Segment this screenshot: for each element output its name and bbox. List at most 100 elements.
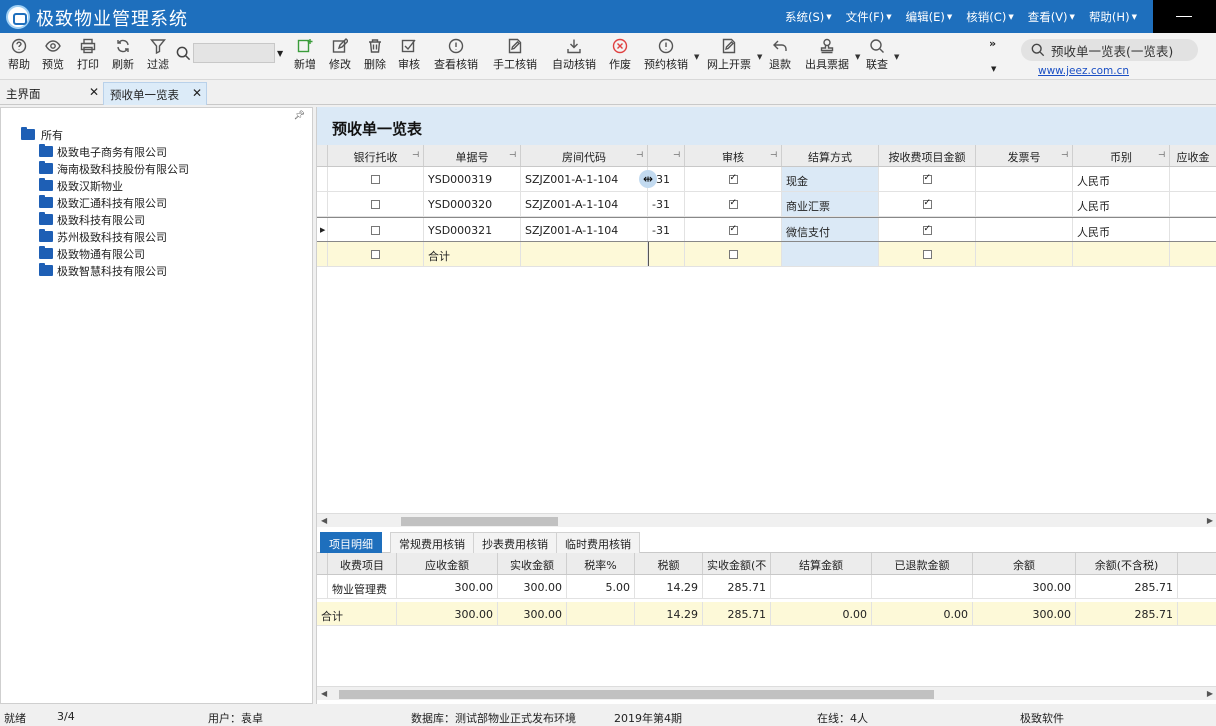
- by-item-cell[interactable]: [879, 242, 976, 266]
- row-selector[interactable]: ▶: [317, 218, 328, 241]
- audit-cell[interactable]: [685, 242, 782, 266]
- checkbox[interactable]: [371, 226, 380, 235]
- issue-receipt-dropdown-icon[interactable]: ▼: [855, 53, 860, 61]
- menu-help[interactable]: 帮助(H) ▼: [1082, 9, 1144, 25]
- menu-writeoff[interactable]: 核销(C) ▼: [959, 9, 1020, 25]
- by-item-cell[interactable]: [879, 167, 976, 191]
- view-writeoff-button[interactable]: 查看核销: [432, 38, 480, 74]
- scrollbar-thumb[interactable]: [339, 690, 934, 699]
- pin-icon[interactable]: ⊣: [673, 150, 680, 159]
- tree-node[interactable]: 极致电子商务有限公司: [21, 143, 189, 160]
- col-refunded[interactable]: 已退款金额: [872, 553, 973, 574]
- tree-node[interactable]: 苏州极致科技有限公司: [21, 228, 189, 245]
- pin-icon[interactable]: 📌︎: [294, 111, 305, 121]
- bank-collect-cell[interactable]: [328, 192, 424, 216]
- menu-view[interactable]: 查看(V) ▼: [1021, 9, 1082, 25]
- col-audit[interactable]: 审核 ⊣: [685, 145, 782, 166]
- scroll-right-icon[interactable]: ▶: [1207, 516, 1213, 525]
- scroll-left-icon[interactable]: ◀: [321, 689, 327, 698]
- pin-icon[interactable]: ⊣: [1061, 150, 1068, 159]
- bank-collect-cell[interactable]: [328, 218, 424, 241]
- delete-button[interactable]: 删除: [363, 38, 387, 74]
- new-button[interactable]: 新增: [292, 38, 318, 74]
- pin-icon[interactable]: ⊣: [509, 150, 516, 159]
- pin-icon[interactable]: ⊣: [412, 150, 419, 159]
- filter-button[interactable]: 过滤: [146, 38, 170, 74]
- help-button[interactable]: 帮助: [7, 38, 31, 74]
- col-room-code[interactable]: 房间代码 ⊣: [521, 145, 648, 166]
- checkbox[interactable]: [371, 175, 380, 184]
- close-icon[interactable]: ✕: [89, 85, 99, 99]
- reserve-writeoff-button[interactable]: 预约核销: [642, 38, 690, 74]
- website-link[interactable]: www.jeez.com.cn: [1038, 65, 1129, 77]
- checkbox-checked[interactable]: [922, 198, 932, 209]
- issue-receipt-button[interactable]: 出具票据: [803, 38, 851, 74]
- global-search-box[interactable]: 预收单一览表(一览表): [1021, 39, 1198, 61]
- col-bank-collect[interactable]: 银行托收 ⊣: [328, 145, 424, 166]
- preview-button[interactable]: 预览: [41, 38, 65, 74]
- tree-node[interactable]: 极致汇通科技有限公司: [21, 194, 189, 211]
- col-receivable[interactable]: 应收金额: [397, 553, 498, 574]
- col-balance-excl[interactable]: 余额(不含税): [1076, 553, 1178, 574]
- col-received[interactable]: 实收金额: [498, 553, 567, 574]
- checkbox-checked[interactable]: [922, 173, 932, 184]
- audit-cell[interactable]: [685, 167, 782, 191]
- detail-horizontal-scrollbar[interactable]: ◀ ▶: [317, 686, 1216, 700]
- checkbox[interactable]: [922, 250, 932, 259]
- checkbox-checked[interactable]: [728, 173, 738, 184]
- checkbox[interactable]: [371, 250, 380, 259]
- grid-horizontal-scrollbar[interactable]: ◀ ▶: [317, 513, 1216, 527]
- checkbox[interactable]: [371, 200, 380, 209]
- online-invoice-button[interactable]: 网上开票: [705, 38, 753, 74]
- tab-main[interactable]: 主界面 ✕: [0, 82, 103, 105]
- tab-prepay-list[interactable]: 预收单一览表 ✕: [103, 82, 207, 105]
- tree-node[interactable]: 极致汉斯物业: [21, 177, 189, 194]
- refund-button[interactable]: 退款: [768, 38, 792, 74]
- tab-regular-writeoff[interactable]: 常规费用核销: [390, 532, 474, 553]
- reserve-writeoff-dropdown-icon[interactable]: ▼: [694, 53, 699, 61]
- auto-writeoff-button[interactable]: 自动核销: [550, 38, 598, 74]
- refresh-button[interactable]: 刷新: [111, 38, 135, 74]
- row-selector[interactable]: [317, 167, 328, 191]
- pin-icon[interactable]: ⊣: [1158, 150, 1165, 159]
- edit-button[interactable]: 修改: [328, 38, 352, 74]
- tree-node-all[interactable]: 所有: [21, 126, 189, 143]
- checkbox-checked[interactable]: [728, 198, 738, 209]
- table-row-current[interactable]: ▶ YSD000321 SZJZ001-A-1-104 -31 微信支付 人民币: [317, 217, 1216, 242]
- menu-file[interactable]: 文件(F) ▼: [839, 9, 899, 25]
- col-receivable[interactable]: 应收金: [1170, 145, 1216, 166]
- pin-icon[interactable]: ⊣: [636, 150, 643, 159]
- table-row[interactable]: YSD000319 SZJZ001-A-1-104 -31 现金 人民币: [317, 167, 1216, 192]
- pin-icon[interactable]: ⊣: [770, 150, 777, 159]
- table-row[interactable]: YSD000320 SZJZ001-A-1-104 -31 商业汇票 人民币: [317, 192, 1216, 217]
- col-settle-amount[interactable]: 结算金额: [771, 553, 872, 574]
- checkbox-checked[interactable]: [922, 224, 932, 235]
- col-tax[interactable]: 税额: [635, 553, 703, 574]
- by-item-cell[interactable]: [879, 192, 976, 216]
- scroll-right-icon[interactable]: ▶: [1207, 689, 1213, 698]
- by-item-cell[interactable]: [879, 218, 976, 241]
- col-received-excl[interactable]: 实收金额(不: [703, 553, 771, 574]
- bank-collect-cell[interactable]: [328, 167, 424, 191]
- col-by-item-amount[interactable]: 按收费项目金额: [879, 145, 976, 166]
- checkbox[interactable]: [728, 250, 738, 259]
- detail-row[interactable]: 物业管理费 300.00 300.00 5.00 14.29 285.71 30…: [317, 575, 1216, 599]
- audit-cell[interactable]: [685, 218, 782, 241]
- audit-button[interactable]: 审核: [397, 38, 421, 74]
- tab-temp-writeoff[interactable]: 临时费用核销: [556, 532, 640, 553]
- col-currency[interactable]: 币别 ⊣: [1073, 145, 1170, 166]
- col-balance[interactable]: 余额: [973, 553, 1076, 574]
- menu-edit[interactable]: 编辑(E) ▼: [899, 9, 960, 25]
- void-button[interactable]: 作废: [608, 38, 632, 74]
- toolbar-overflow-icon[interactable]: »: [989, 37, 996, 50]
- online-invoice-dropdown-icon[interactable]: ▼: [757, 53, 762, 61]
- query-dropdown-icon[interactable]: ▼: [894, 53, 899, 61]
- col-settle[interactable]: 结算方式: [782, 145, 879, 166]
- menu-system[interactable]: 系统(S) ▼: [778, 9, 839, 25]
- tree-node[interactable]: 极致科技有限公司: [21, 211, 189, 228]
- tree-node[interactable]: 极致智慧科技有限公司: [21, 262, 189, 279]
- print-button[interactable]: 打印: [76, 38, 100, 74]
- minimize-button[interactable]: [1153, 0, 1216, 33]
- tab-meter-writeoff[interactable]: 抄表费用核销: [473, 532, 557, 553]
- col-invoice-no[interactable]: 发票号 ⊣: [976, 145, 1073, 166]
